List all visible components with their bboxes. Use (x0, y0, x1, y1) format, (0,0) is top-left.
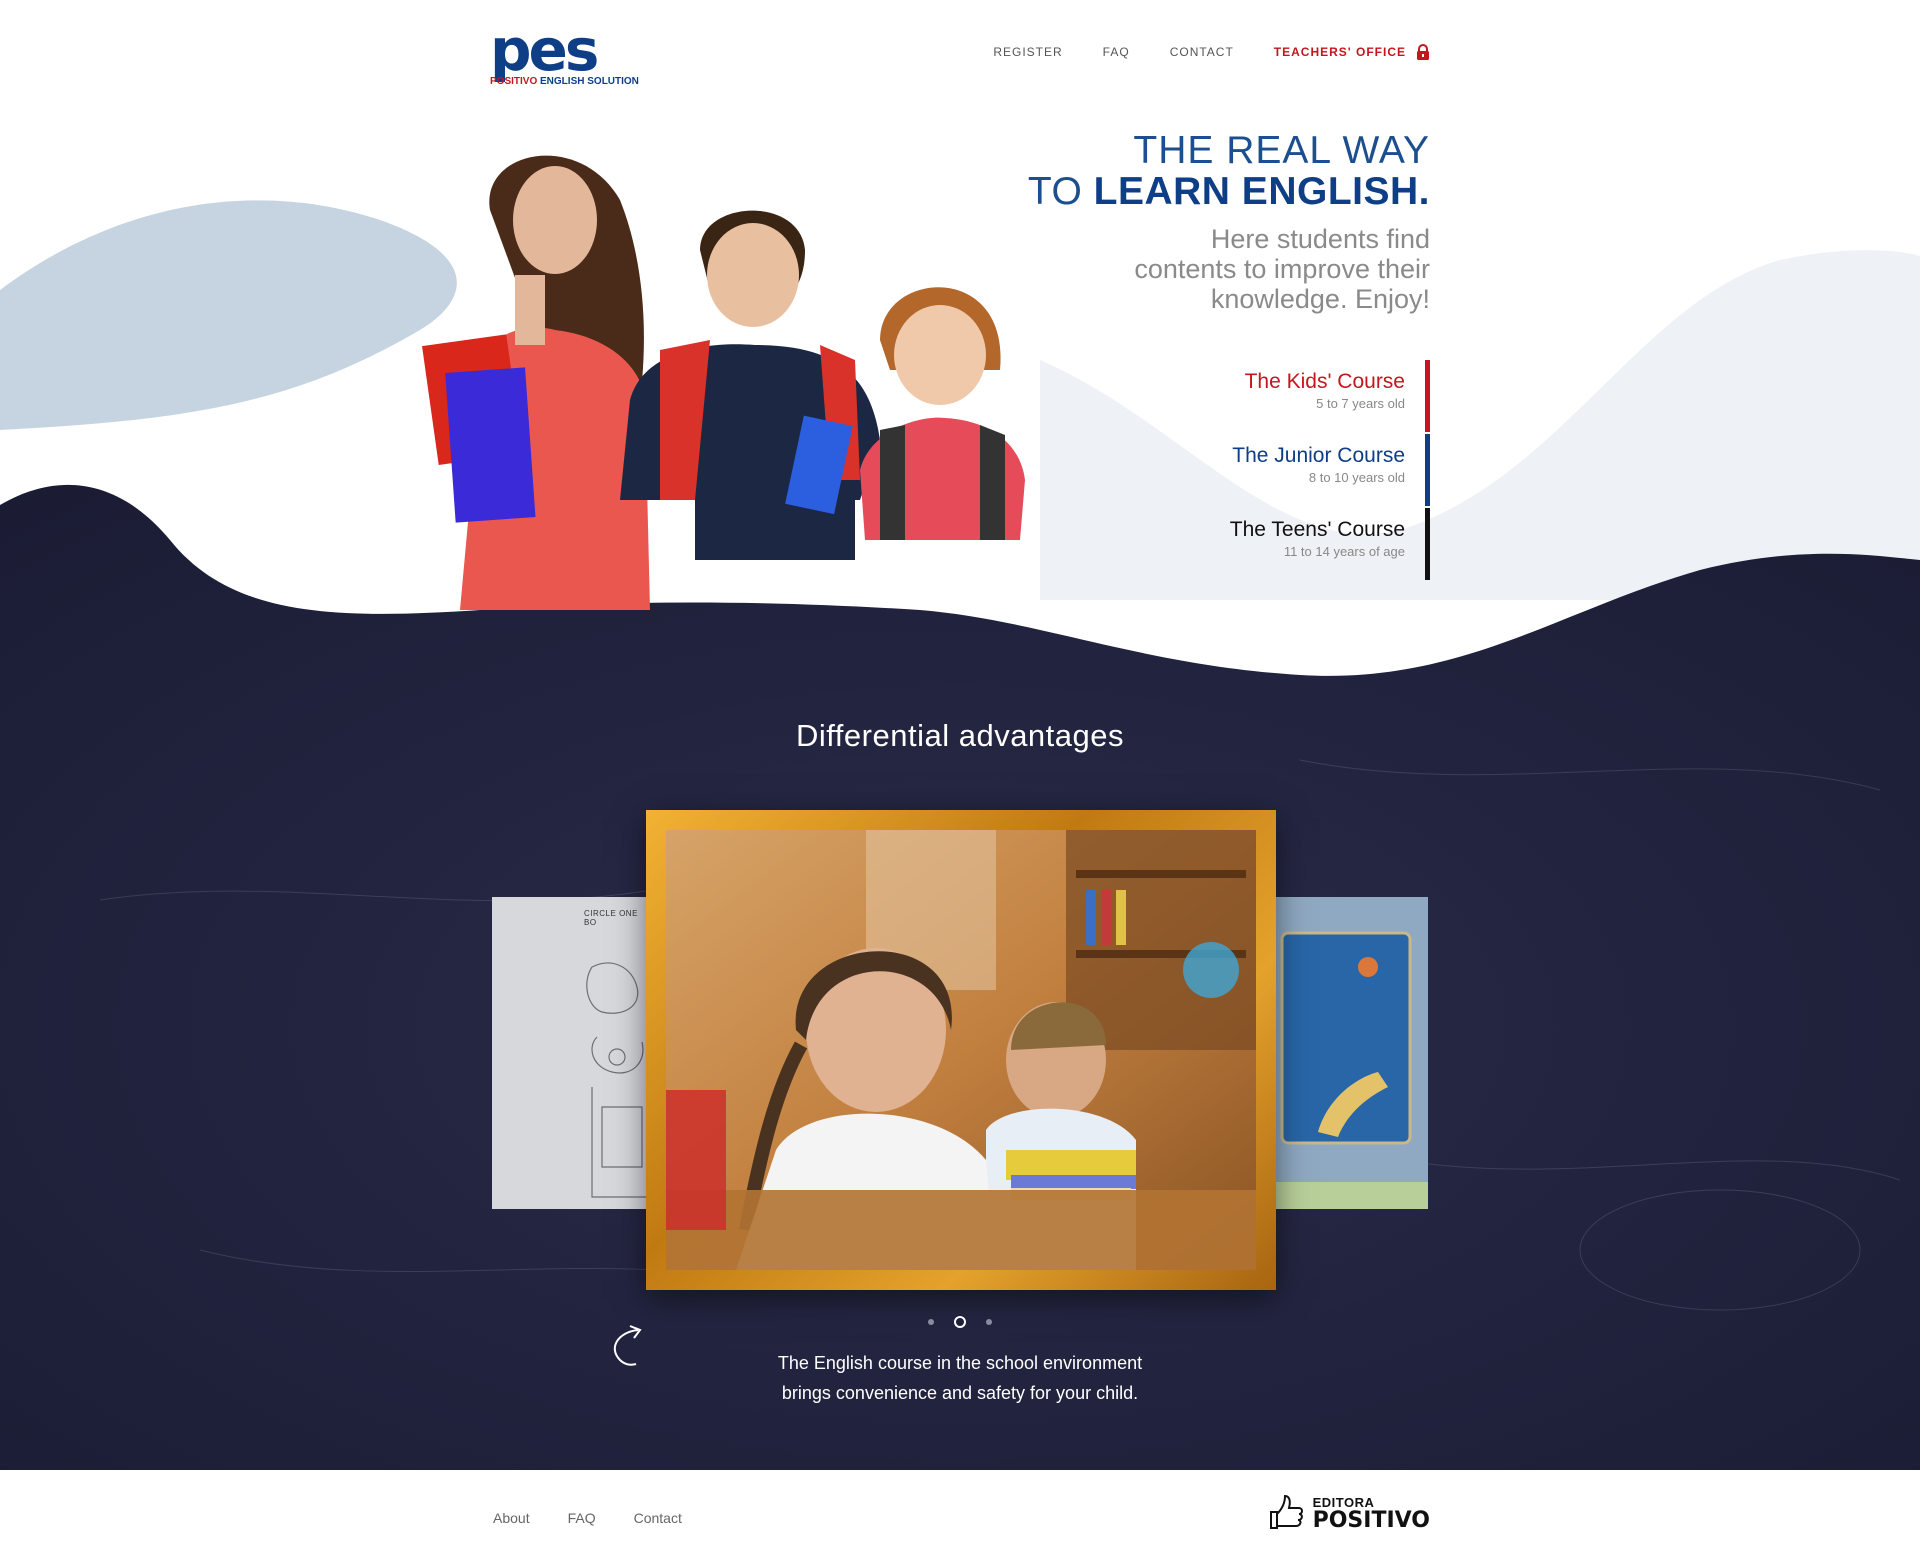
footer-link-about[interactable]: About (493, 1510, 530, 1526)
thumbs-up-icon (1269, 1494, 1303, 1529)
slider-dots (0, 1316, 1920, 1328)
logo-mark: pes (490, 16, 599, 84)
next-slide-illustration (1268, 931, 1428, 1209)
nav-contact[interactable]: CONTACT (1170, 45, 1234, 59)
logo-sub-red: POSITIVO (490, 76, 538, 87)
course-teens[interactable]: The Teens' Course 11 to 14 years of age (1150, 508, 1430, 580)
course-kids[interactable]: The Kids' Course 5 to 7 years old (1150, 360, 1430, 432)
hero-tagline: Here students find contents to improve t… (1028, 224, 1430, 314)
boy-figure (620, 210, 880, 560)
publisher-logo[interactable]: EDITORA POSITIVO (1263, 1490, 1430, 1534)
headline-line-2-bold: LEARN ENGLISH. (1093, 170, 1430, 213)
publisher-text: EDITORA POSITIVO (1312, 1494, 1430, 1533)
slide-next-preview[interactable] (1268, 897, 1428, 1209)
course-kids-title: The Kids' Course (1244, 370, 1405, 393)
nav-teachers-office[interactable]: TEACHERS' OFFICE (1274, 44, 1430, 60)
worksheet-title: CIRCLE ONE BO (584, 909, 638, 927)
course-junior-age: 8 to 10 years old (1308, 470, 1405, 485)
course-junior-title: The Junior Course (1232, 444, 1405, 467)
nav-register[interactable]: REGISTER (993, 45, 1062, 59)
hero-headline: THE REAL WAY TO LEARN ENGLISH. Here stud… (1028, 129, 1430, 315)
slider-dot-1[interactable] (928, 1319, 934, 1325)
nav-teachers-office-label: TEACHERS' OFFICE (1273, 45, 1406, 59)
tagline-line-3: knowledge. Enjoy! (1210, 284, 1430, 314)
tagline-line-2: contents to improve their (1134, 254, 1430, 284)
classroom-photo (666, 830, 1256, 1270)
slide-photo (666, 830, 1256, 1270)
course-junior-text: The Junior Course 8 to 10 years old (1232, 434, 1425, 506)
worksheet-drawing (586, 962, 652, 1198)
nav-faq[interactable]: FAQ (1103, 45, 1130, 59)
course-teens-bar (1425, 508, 1430, 580)
headline-line-1: THE REAL WAY (1133, 129, 1430, 172)
girl-figure (422, 155, 650, 610)
back-wave-left (0, 200, 457, 430)
footer: About FAQ Contact EDITORA POSITIVO (0, 1470, 1920, 1554)
publisher-big: POSITIVO (1312, 1508, 1430, 1533)
headline-line-2: TO LEARN ENGLISH. (1028, 172, 1430, 212)
logo-subtitle: POSITIVO ENGLISH SOLUTION (490, 76, 639, 87)
logo-sub-blue: ENGLISH SOLUTION (540, 76, 639, 87)
slider-dot-3[interactable] (986, 1319, 992, 1325)
course-junior-bar (1425, 434, 1430, 506)
course-kids-age: 5 to 7 years old (1316, 396, 1405, 411)
slide-prev-preview[interactable]: CIRCLE ONE BO (492, 897, 652, 1209)
course-list: The Kids' Course 5 to 7 years old The Ju… (1150, 360, 1430, 582)
top-nav: REGISTER FAQ CONTACT TEACHERS' OFFICE (993, 44, 1430, 60)
course-kids-text: The Kids' Course 5 to 7 years old (1245, 360, 1425, 432)
small-boy-figure (860, 287, 1025, 540)
lock-icon (1417, 44, 1429, 60)
tagline-line-1: Here students find (1210, 224, 1430, 254)
footer-link-faq[interactable]: FAQ (568, 1510, 596, 1526)
advantages-caption: The English course in the school environ… (0, 1348, 1920, 1408)
slide-frame-active (646, 810, 1276, 1290)
footer-nav: About FAQ Contact (493, 1510, 682, 1526)
headline-line-2-prefix: TO (1027, 170, 1094, 213)
course-teens-age: 11 to 14 years of age (1283, 544, 1405, 559)
course-teens-text: The Teens' Course 11 to 14 years of age (1230, 508, 1425, 580)
course-junior[interactable]: The Junior Course 8 to 10 years old (1150, 434, 1430, 506)
advantages-title: Differential advantages (795, 718, 1125, 753)
slider-dot-2[interactable] (954, 1316, 966, 1328)
course-kids-bar (1425, 360, 1430, 432)
caption-line-2: brings convenience and safety for your c… (781, 1383, 1139, 1403)
caption-line-1: The English course in the school environ… (777, 1353, 1143, 1373)
footer-link-contact[interactable]: Contact (634, 1510, 682, 1526)
course-teens-title: The Teens' Course (1229, 518, 1405, 541)
logo[interactable]: pes POSITIVO ENGLISH SOLUTION (490, 16, 639, 87)
